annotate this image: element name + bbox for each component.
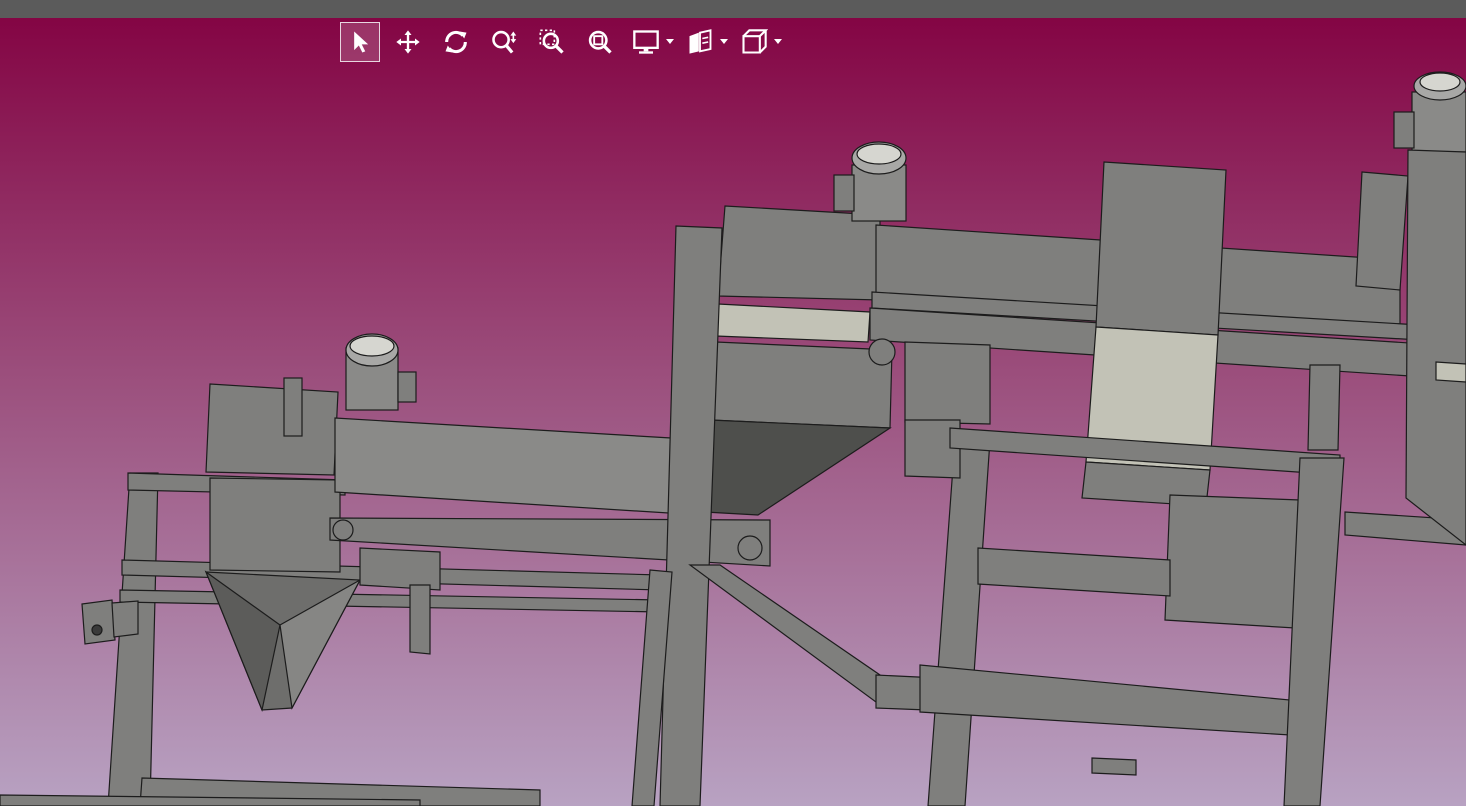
control-cabinet[interactable] (1164, 494, 1301, 629)
cad-model-scene[interactable] (0, 18, 1466, 806)
window-title-bar (0, 0, 1466, 18)
zoom-tool-button[interactable] (484, 22, 524, 62)
chevron-down-icon (666, 39, 674, 44)
zoom-updown-icon (492, 30, 517, 54)
rotate-icon (445, 30, 467, 54)
display-mode-group (628, 22, 676, 62)
cursor-arrow-icon (354, 31, 369, 53)
section-view-dropdown[interactable] (718, 22, 730, 62)
zoom-window-icon (539, 29, 564, 54)
3d-viewport[interactable] (0, 18, 1466, 806)
chevron-down-icon (720, 39, 728, 44)
section-view-button[interactable] (682, 22, 718, 62)
display-mode-button[interactable] (628, 22, 664, 62)
zoom-window-button[interactable] (532, 22, 572, 62)
floor-plate[interactable] (1091, 757, 1137, 776)
zoom-fit-icon (588, 30, 612, 54)
view-orientation-button[interactable] (736, 22, 772, 62)
monitor-icon (633, 30, 659, 54)
left-motor[interactable] (345, 333, 417, 411)
rotate-tool-button[interactable] (436, 22, 476, 62)
section-view-icon (689, 29, 712, 54)
view-orientation-dropdown[interactable] (772, 22, 784, 62)
center-motor[interactable] (833, 141, 907, 222)
section-view-group (682, 22, 730, 62)
display-mode-dropdown[interactable] (664, 22, 676, 62)
view-toolbar (340, 22, 790, 62)
left-cabinet[interactable] (205, 377, 339, 476)
view-orientation-group (736, 22, 784, 62)
cube-view-icon (742, 29, 768, 54)
chevron-down-icon (774, 39, 782, 44)
zoom-fit-button[interactable] (580, 22, 620, 62)
pan-tool-button[interactable] (388, 22, 428, 62)
center-hopper[interactable] (704, 205, 893, 516)
hopper-cone[interactable] (204, 477, 362, 713)
move-arrows-icon (396, 30, 420, 54)
select-tool-button[interactable] (340, 22, 380, 62)
